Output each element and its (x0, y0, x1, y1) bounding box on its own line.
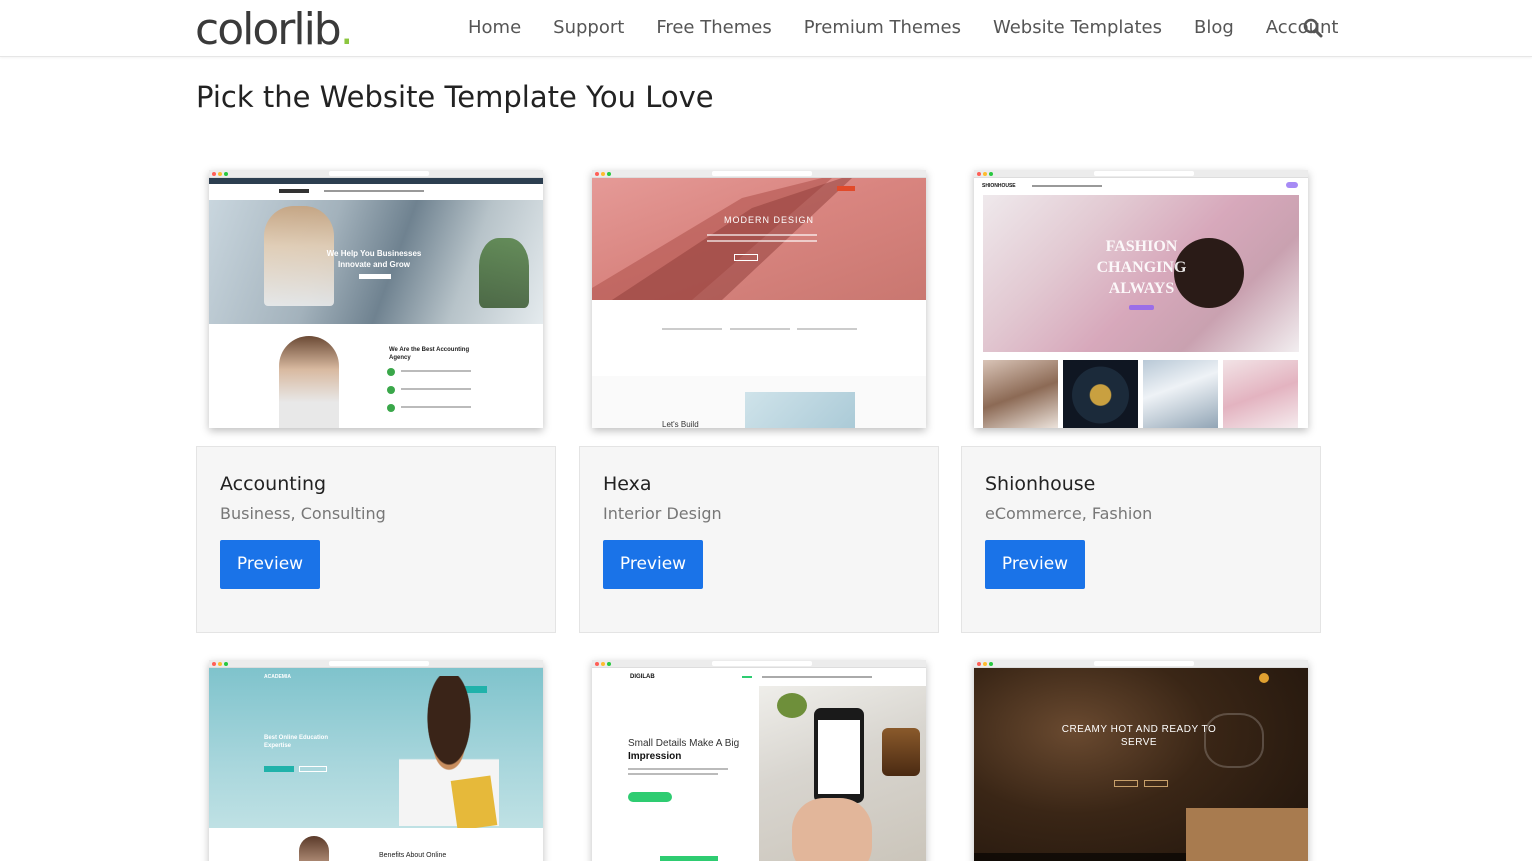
browser-bar (209, 660, 543, 668)
coffee-screenshot: CREAMY HOT AND READY TO SERVE (974, 668, 1308, 861)
preview-button[interactable]: Preview (985, 540, 1085, 589)
digilab-hero-text-2: Impression (628, 751, 682, 762)
accounting-section-text: We Are the Best Accounting Agency (389, 347, 470, 361)
accounting-hero-text: We Help You Businesses Innovate and Grow (326, 249, 422, 269)
browser-bar (592, 170, 926, 178)
template-title[interactable]: Shionhouse (985, 473, 1095, 495)
template-thumbnail[interactable]: SHIONHOUSE FASHION CHANGING ALWAYS (974, 170, 1308, 428)
template-info-box: Hexa Interior Design Preview (579, 446, 939, 633)
browser-bar (974, 660, 1308, 668)
template-thumbnail[interactable]: ACADEMIA Best Online Education Expertise… (209, 660, 543, 861)
academia-brand: ACADEMIA (264, 674, 291, 680)
colorlib-logo[interactable]: colorlib. (195, 6, 354, 54)
template-categories: eCommerce, Fashion (985, 504, 1153, 523)
template-thumbnail[interactable]: DIGILAB Small Details Make A Big Impress… (592, 660, 926, 861)
digilab-brand: DIGILAB (630, 674, 655, 680)
browser-bar (592, 660, 926, 668)
main-nav: Home Support Free Themes Premium Themes … (452, 16, 1354, 40)
nav-premium-themes[interactable]: Premium Themes (788, 16, 977, 40)
search-icon[interactable] (1303, 18, 1323, 38)
browser-bar (974, 170, 1308, 178)
academia-section-text: Benefits About Online (379, 852, 447, 859)
shionhouse-screenshot: SHIONHOUSE FASHION CHANGING ALWAYS (974, 178, 1308, 428)
template-thumbnail[interactable]: MODERN DESIGN Let's Build (592, 170, 926, 428)
nav-website-templates[interactable]: Website Templates (977, 16, 1178, 40)
template-info-box: Shionhouse eCommerce, Fashion Preview (961, 446, 1321, 633)
academia-hero-text: Best Online Education Expertise (264, 735, 329, 749)
site-header: colorlib. Home Support Free Themes Premi… (0, 0, 1532, 57)
nav-support[interactable]: Support (537, 16, 640, 40)
nav-blog[interactable]: Blog (1178, 16, 1250, 40)
nav-home[interactable]: Home (452, 16, 537, 40)
digilab-screenshot: DIGILAB Small Details Make A Big Impress… (592, 668, 926, 861)
nav-free-themes[interactable]: Free Themes (640, 16, 787, 40)
preview-button[interactable]: Preview (220, 540, 320, 589)
template-categories: Interior Design (603, 504, 722, 523)
hexa-section-text: Let's Build (662, 420, 699, 428)
hexa-screenshot: MODERN DESIGN Let's Build (592, 178, 926, 428)
template-info-box: Accounting Business, Consulting Preview (196, 446, 556, 633)
page-title: Pick the Website Template You Love (196, 80, 714, 114)
shionhouse-brand: SHIONHOUSE (982, 183, 1016, 189)
browser-bar (209, 170, 543, 178)
template-thumbnail[interactable]: CREAMY HOT AND READY TO SERVE (974, 660, 1308, 861)
template-thumbnail[interactable]: We Help You Businesses Innovate and Grow… (209, 170, 543, 428)
shionhouse-hero-text: FASHION CHANGING ALWAYS (1096, 238, 1187, 297)
hexa-hero-text: MODERN DESIGN (724, 215, 815, 225)
accounting-screenshot: We Help You Businesses Innovate and Grow… (209, 178, 543, 428)
academia-screenshot: ACADEMIA Best Online Education Expertise… (209, 668, 543, 861)
digilab-hero-text: Small Details Make A Big (628, 738, 740, 749)
template-categories: Business, Consulting (220, 504, 386, 523)
coffee-hero-text: CREAMY HOT AND READY TO SERVE (1061, 724, 1217, 748)
template-title[interactable]: Accounting (220, 473, 326, 495)
preview-button[interactable]: Preview (603, 540, 703, 589)
template-title[interactable]: Hexa (603, 473, 652, 495)
